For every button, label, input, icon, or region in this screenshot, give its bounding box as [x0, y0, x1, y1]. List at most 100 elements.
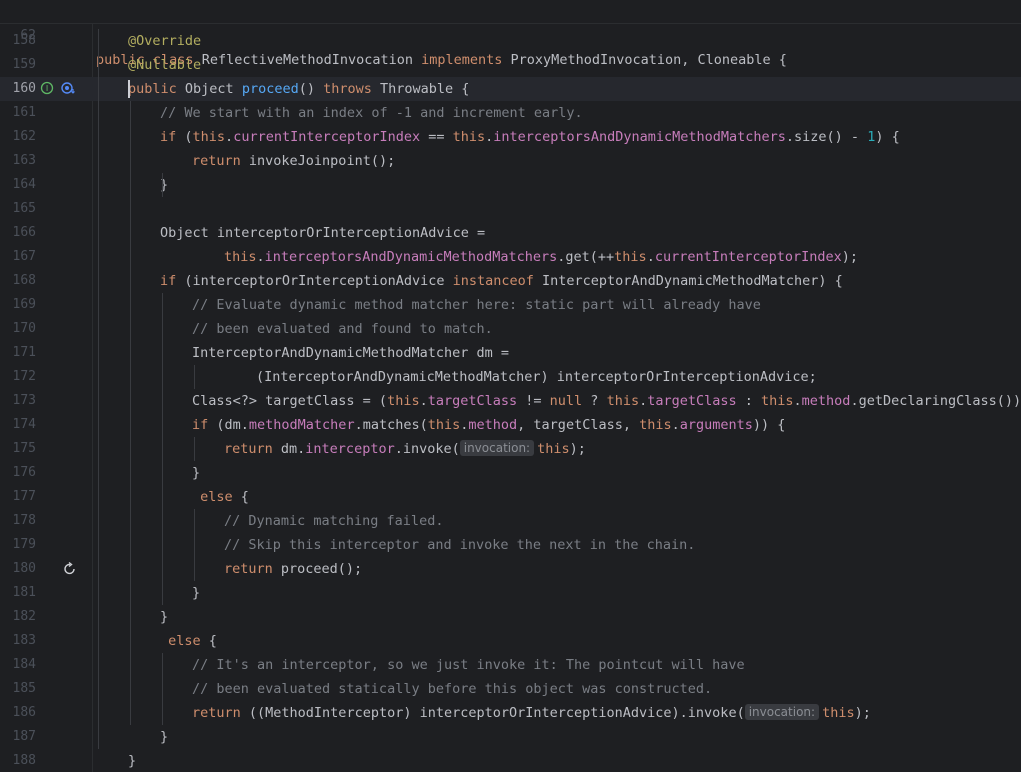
code-editor[interactable]: 62 public class ReflectiveMethodInvocati… — [0, 0, 1021, 772]
code-token: : — [736, 393, 762, 409]
override-method-icon[interactable] — [60, 81, 76, 95]
code-token: arguments — [679, 417, 753, 433]
code-line[interactable]: 159 @Nullable — [0, 53, 1021, 77]
line-code[interactable]: Object interceptorOrInterceptionAdvice = — [160, 221, 1021, 245]
line-code[interactable]: } — [160, 605, 1021, 629]
code-token: Object — [184, 81, 242, 97]
line-code[interactable]: (InterceptorAndDynamicMethodMatcher) int… — [256, 365, 1021, 389]
line-code[interactable]: else { — [192, 485, 1021, 509]
code-token: if — [160, 129, 185, 145]
code-line[interactable]: 171 InterceptorAndDynamicMethodMatcher dm… — [0, 341, 1021, 365]
code-line[interactable]: 166 Object interceptorOrInterceptionAdvic… — [0, 221, 1021, 245]
line-code[interactable]: // It's an interceptor, so we just invok… — [192, 653, 1021, 677]
code-token: return — [224, 441, 281, 457]
code-line[interactable]: 165 — [0, 197, 1021, 221]
code-line[interactable]: 169 // Evaluate dynamic method matcher he… — [0, 293, 1021, 317]
line-code[interactable]: @Nullable — [128, 53, 1021, 77]
line-code[interactable]: if (this.currentInterceptorIndex == this… — [160, 125, 1021, 149]
code-token: method — [801, 393, 851, 409]
code-token: this — [427, 417, 461, 433]
line-code[interactable]: this.interceptorsAndDynamicMethodMatcher… — [224, 245, 1021, 269]
code-line[interactable]: 177 else { — [0, 485, 1021, 509]
line-number: 166 — [12, 225, 36, 240]
line-code[interactable]: // Dynamic matching failed. — [224, 509, 1021, 533]
code-line[interactable]: 174 if (dm.methodMatcher.matches(this.met… — [0, 413, 1021, 437]
recursive-call-icon[interactable] — [62, 561, 78, 577]
code-token: . — [639, 393, 648, 409]
code-line[interactable]: 158 @Override — [0, 29, 1021, 53]
line-code[interactable]: // Skip this interceptor and invoke the … — [224, 533, 1021, 557]
line-code[interactable]: @Override — [128, 29, 1021, 53]
line-number: 158 — [12, 33, 36, 48]
implementing-method-icon[interactable]: I — [40, 81, 54, 95]
line-code[interactable]: if (dm.methodMatcher.matches(this.method… — [192, 413, 1021, 437]
line-code[interactable]: return invokeJoinpoint(); — [192, 149, 1021, 173]
code-token: ); — [841, 249, 859, 265]
line-code[interactable]: InterceptorAndDynamicMethodMatcher dm = — [192, 341, 1021, 365]
code-token: ? — [582, 393, 607, 409]
line-number: 167 — [12, 249, 36, 264]
indent-guide — [194, 365, 195, 389]
text-caret — [128, 80, 130, 98]
code-line[interactable]: 185 // been evaluated statically before t… — [0, 677, 1021, 701]
code-token: . — [256, 249, 265, 265]
line-code[interactable]: public Object proceed() throws Throwable… — [128, 77, 1021, 101]
line-number: 165 — [12, 201, 36, 216]
line-code[interactable]: } — [160, 725, 1021, 749]
line-code[interactable]: // We start with an index of -1 and incr… — [160, 101, 1021, 125]
parameter-hint: invocation: — [744, 704, 820, 720]
line-code[interactable]: return ((MethodInterceptor) interceptorO… — [192, 701, 1021, 725]
code-token: else — [200, 489, 241, 505]
code-token: Throwable { — [380, 81, 470, 97]
code-line[interactable]: 162 if (this.currentInterceptorIndex == t… — [0, 125, 1021, 149]
line-code[interactable]: // Evaluate dynamic method matcher here:… — [192, 293, 1021, 317]
code-line[interactable]: 161 // We start with an index of -1 and i… — [0, 101, 1021, 125]
line-code[interactable]: // been evaluated statically before this… — [192, 677, 1021, 701]
line-code[interactable]: else { — [160, 629, 1021, 653]
code-line[interactable]: 160 public Object proceed() throws Throwa… — [0, 77, 1021, 101]
sticky-header-line[interactable]: 62 public class ReflectiveMethodInvocati… — [0, 0, 1021, 68]
code-line[interactable]: 164} — [0, 173, 1021, 197]
line-code[interactable]: } — [160, 173, 1021, 197]
code-line[interactable]: 183 else { — [0, 629, 1021, 653]
code-line[interactable]: 180 return proceed(); — [0, 557, 1021, 581]
code-token: .getDeclaringClass()); — [850, 393, 1021, 409]
code-line[interactable]: 184 // It's an interceptor, so we just in… — [0, 653, 1021, 677]
code-token: Object interceptorOrInterceptionAdvice = — [160, 225, 486, 241]
line-number: 184 — [12, 657, 36, 672]
code-line[interactable]: 167 this.interceptorsAndDynamicMethodMatc… — [0, 245, 1021, 269]
code-token: { — [208, 633, 217, 649]
code-line[interactable]: 176} — [0, 461, 1021, 485]
code-line[interactable]: 179 // Skip this interceptor and invoke t… — [0, 533, 1021, 557]
code-line[interactable]: 178 // Dynamic matching failed. — [0, 509, 1021, 533]
code-line[interactable]: 187} — [0, 725, 1021, 749]
code-line[interactable]: 188} — [0, 749, 1021, 772]
code-line[interactable]: 182} — [0, 605, 1021, 629]
code-line[interactable]: 175 return dm.interceptor.invoke(invocati… — [0, 437, 1021, 461]
code-line[interactable]: 172 (InterceptorAndDynamicMethodMatcher) … — [0, 365, 1021, 389]
line-code[interactable]: } — [192, 461, 1021, 485]
code-line[interactable]: 163 return invokeJoinpoint(); — [0, 149, 1021, 173]
code-token: .get(++ — [557, 249, 615, 265]
line-code[interactable]: Class<?> targetClass = (this.targetClass… — [192, 389, 1021, 413]
code-token: this — [822, 705, 855, 721]
line-code[interactable]: } — [192, 581, 1021, 605]
indent-guide — [194, 437, 195, 461]
line-code[interactable]: if (interceptorOrInterceptionAdvice inst… — [160, 269, 1021, 293]
line-code[interactable]: // been evaluated and found to match. — [192, 317, 1021, 341]
line-code[interactable]: } — [128, 749, 1021, 772]
code-token: if — [160, 273, 185, 289]
code-line[interactable]: 168 if (interceptorOrInterceptionAdvice i… — [0, 269, 1021, 293]
code-line[interactable]: 170 // been evaluated and found to match. — [0, 317, 1021, 341]
line-code[interactable]: return proceed(); — [224, 557, 1021, 581]
code-token: methodMatcher — [248, 417, 355, 433]
code-line[interactable]: 186 return ((MethodInterceptor) intercept… — [0, 701, 1021, 725]
indent-guide — [162, 653, 163, 725]
code-token: ( — [184, 129, 193, 145]
line-number: 175 — [12, 441, 36, 456]
code-token: this — [761, 393, 794, 409]
code-line[interactable]: 181} — [0, 581, 1021, 605]
code-token: this — [452, 129, 486, 145]
code-line[interactable]: 173 Class<?> targetClass = (this.targetCl… — [0, 389, 1021, 413]
line-code[interactable]: return dm.interceptor.invoke(invocation:… — [224, 437, 1021, 461]
